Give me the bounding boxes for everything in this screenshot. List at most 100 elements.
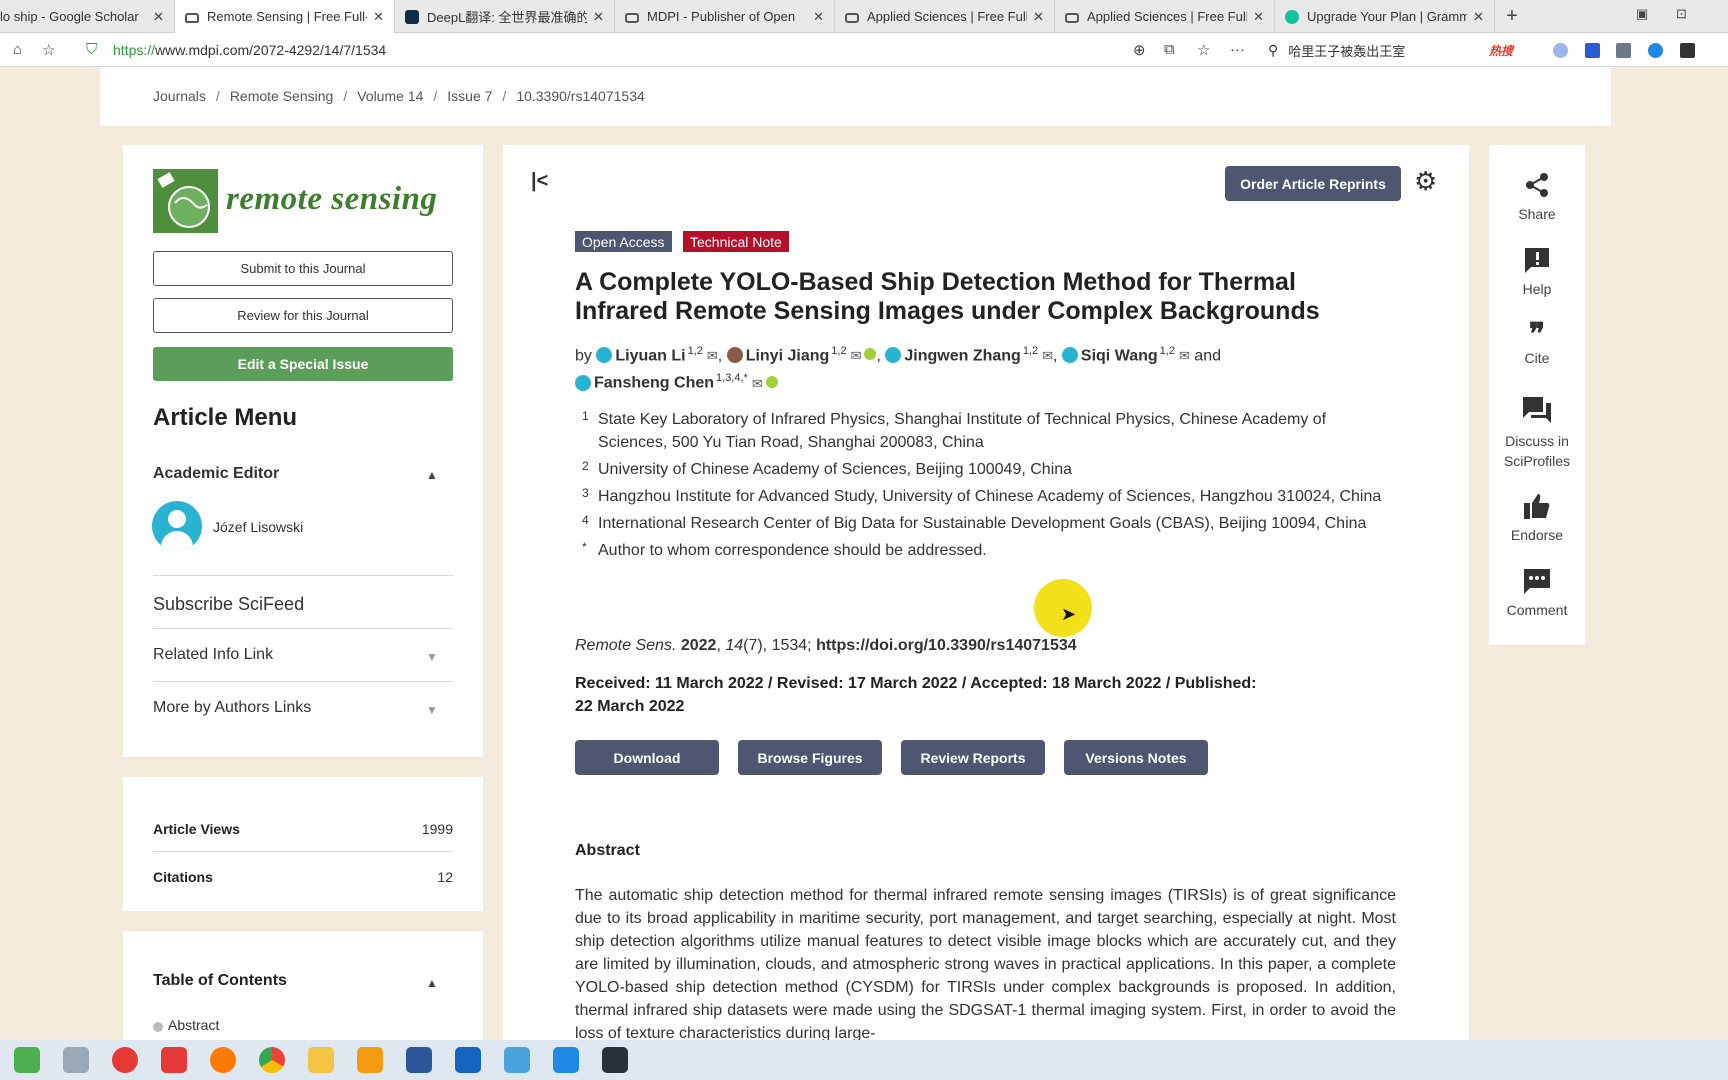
new-tab-button[interactable]: + bbox=[1495, 0, 1529, 32]
mail-icon[interactable]: ✉ bbox=[707, 348, 718, 363]
review-reports-button[interactable]: Review Reports bbox=[901, 740, 1045, 775]
search-input[interactable]: 哈里王子被轰出王室 bbox=[1288, 41, 1405, 60]
close-icon[interactable]: ✕ bbox=[1253, 9, 1264, 25]
breadcrumb-item: 10.3390/rs14071534 bbox=[516, 88, 645, 104]
shield-icon[interactable]: ⛉ bbox=[86, 41, 97, 58]
app-icon[interactable] bbox=[161, 1047, 187, 1073]
academic-editor-toggle[interactable]: Academic Editor bbox=[153, 465, 279, 483]
doi-link[interactable]: https://doi.org/10.3390/rs14071534 bbox=[816, 637, 1077, 654]
subscribe-scifeed-link[interactable]: Subscribe SciFeed bbox=[153, 594, 304, 615]
author-link[interactable]: Linyi Jiang bbox=[746, 347, 830, 364]
app-icon[interactable] bbox=[504, 1047, 530, 1073]
browse-figures-button[interactable]: Browse Figures bbox=[738, 740, 882, 775]
browser-tab[interactable]: DeepL翻译: 全世界最准确的 ✕ bbox=[395, 0, 615, 33]
author-link[interactable]: Jingwen Zhang bbox=[904, 347, 1020, 364]
browser-tab[interactable]: Upgrade Your Plan | Gramm ✕ bbox=[1275, 0, 1495, 33]
chevron-up-icon[interactable]: ▲ bbox=[426, 468, 438, 482]
journal-logo-text[interactable]: remote sensing bbox=[226, 181, 437, 218]
journal-logo-icon[interactable] bbox=[153, 169, 218, 233]
close-icon[interactable]: ✕ bbox=[813, 9, 824, 25]
app-icon[interactable] bbox=[357, 1047, 383, 1073]
discuss-icon bbox=[1489, 395, 1585, 431]
close-icon[interactable]: ✕ bbox=[373, 9, 384, 25]
favorites-icon[interactable]: ☆ bbox=[42, 41, 55, 59]
chevron-down-icon[interactable]: ▼ bbox=[426, 650, 438, 664]
versions-notes-button[interactable]: Versions Notes bbox=[1064, 740, 1208, 775]
breadcrumb-item[interactable]: Remote Sensing bbox=[230, 88, 334, 104]
affiliation-text: University of Chinese Academy of Science… bbox=[598, 461, 1073, 478]
star-icon[interactable]: ☆ bbox=[1197, 41, 1210, 59]
close-icon[interactable]: ✕ bbox=[1473, 9, 1484, 25]
close-icon[interactable]: ✕ bbox=[593, 9, 604, 25]
share-button[interactable]: Share bbox=[1489, 170, 1585, 222]
app-icon[interactable] bbox=[602, 1047, 628, 1073]
citations-value[interactable]: 12 bbox=[437, 869, 453, 885]
mail-icon[interactable]: ✉ bbox=[1179, 348, 1190, 363]
word-icon[interactable] bbox=[406, 1047, 432, 1073]
home-icon[interactable]: ⌂ bbox=[13, 41, 22, 58]
order-reprints-button[interactable]: Order Article Reprints bbox=[1225, 166, 1401, 201]
author-link[interactable]: Siqi Wang bbox=[1081, 347, 1158, 364]
app-icon[interactable] bbox=[63, 1047, 89, 1073]
collapse-sidebar-icon[interactable]: |< bbox=[531, 170, 548, 193]
breadcrumb-item[interactable]: Volume 14 bbox=[357, 88, 423, 104]
close-icon[interactable]: ✕ bbox=[153, 9, 164, 25]
extension-icon[interactable] bbox=[1616, 43, 1631, 58]
download-button[interactable]: Download bbox=[575, 740, 719, 775]
gear-icon[interactable]: ⚙ bbox=[1414, 168, 1437, 194]
endorse-button[interactable]: Endorse bbox=[1489, 491, 1585, 543]
url-field[interactable]: https://www.mdpi.com/2072-4292/14/7/1534 bbox=[113, 42, 386, 58]
submit-to-journal-button[interactable]: Submit to this Journal bbox=[153, 251, 453, 286]
browser-tab[interactable]: Applied Sciences | Free Full ✕ bbox=[1055, 0, 1275, 33]
chevron-up-icon[interactable]: ▲ bbox=[426, 976, 438, 990]
user-icon bbox=[885, 347, 902, 364]
folder-icon[interactable] bbox=[308, 1047, 334, 1073]
breadcrumb-item[interactable]: Journals bbox=[153, 88, 206, 104]
more-by-authors-toggle[interactable]: More by Authors Links bbox=[153, 699, 311, 717]
browser-tab[interactable]: Applied Sciences | Free Full ✕ bbox=[835, 0, 1055, 33]
app-icon[interactable] bbox=[455, 1047, 481, 1073]
toc-item[interactable]: Abstract bbox=[153, 1017, 219, 1033]
restore-icon[interactable]: ⊡ bbox=[1676, 6, 1687, 22]
browser-tab-active[interactable]: Remote Sensing | Free Full- ✕ bbox=[175, 0, 395, 33]
chevron-down-icon[interactable]: ▼ bbox=[426, 703, 438, 717]
author-link[interactable]: Liyuan Li bbox=[615, 347, 685, 364]
orcid-icon[interactable] bbox=[864, 348, 877, 361]
browser-tab[interactable]: lo ship - Google Scholar ✕ bbox=[0, 0, 175, 33]
browser-tab[interactable]: MDPI - Publisher of Open ✕ bbox=[615, 0, 835, 33]
author-link[interactable]: Fansheng Chen bbox=[594, 375, 714, 392]
app-icon[interactable] bbox=[553, 1047, 579, 1073]
comment-button[interactable]: Comment bbox=[1489, 566, 1585, 618]
extension-icon[interactable] bbox=[1585, 43, 1600, 58]
app-icon[interactable] bbox=[14, 1047, 40, 1073]
divider bbox=[153, 851, 453, 852]
grid-icon[interactable] bbox=[1680, 43, 1695, 58]
chrome-icon[interactable] bbox=[259, 1047, 285, 1073]
mail-icon[interactable]: ✉ bbox=[851, 348, 862, 363]
translate-icon[interactable]: ⧉ bbox=[1164, 41, 1175, 58]
more-icon[interactable]: ··· bbox=[1230, 41, 1245, 58]
firefox-icon[interactable] bbox=[210, 1047, 236, 1073]
article-views-value: 1999 bbox=[421, 821, 453, 837]
orcid-icon[interactable] bbox=[765, 375, 778, 388]
close-icon[interactable]: ✕ bbox=[1033, 9, 1044, 25]
mail-icon[interactable]: ✉ bbox=[1042, 348, 1053, 363]
editor-name-link[interactable]: Józef Lisowski bbox=[213, 519, 303, 535]
netease-music-icon[interactable] bbox=[112, 1047, 138, 1073]
related-info-toggle[interactable]: Related Info Link bbox=[153, 646, 273, 664]
review-for-journal-button[interactable]: Review for this Journal bbox=[153, 298, 453, 333]
hot-search-badge[interactable]: 热搜 bbox=[1489, 42, 1513, 59]
tab-list-icon[interactable]: ▣ bbox=[1636, 6, 1648, 22]
abstract-heading: Abstract bbox=[575, 842, 640, 859]
discuss-button[interactable]: Discuss in SciProfiles bbox=[1489, 395, 1585, 471]
cite-button[interactable]: ❞ Cite bbox=[1489, 320, 1585, 367]
mail-icon[interactable]: ✉ bbox=[752, 376, 763, 391]
breadcrumb-item[interactable]: Issue 7 bbox=[447, 88, 492, 104]
help-button[interactable]: Help bbox=[1489, 245, 1585, 297]
edit-special-issue-button[interactable]: Edit a Special Issue bbox=[153, 347, 453, 381]
zoom-icon[interactable]: ⊕ bbox=[1133, 41, 1146, 59]
toc-title[interactable]: Table of Contents bbox=[153, 972, 287, 990]
tab-title: lo ship - Google Scholar bbox=[0, 9, 139, 24]
extension-icon[interactable] bbox=[1553, 43, 1568, 58]
extension-icon[interactable] bbox=[1648, 43, 1663, 58]
